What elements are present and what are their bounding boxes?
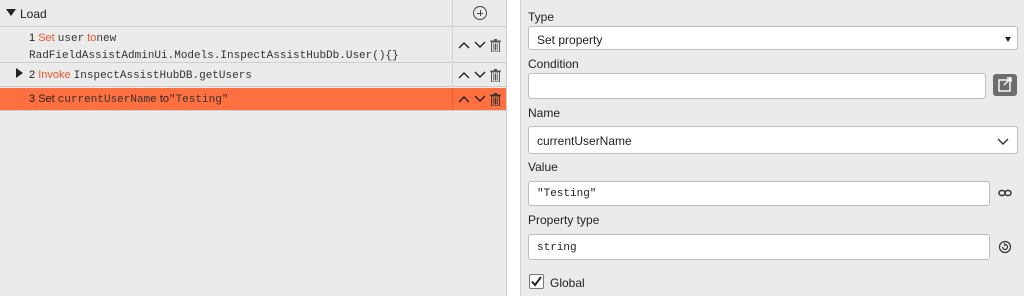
step-value-line2: RadFieldAssistAdminUi.Models.InspectAssi…	[29, 50, 399, 62]
steps-panel: Load 1 Set user tonew RadFieldAssistAdmi…	[0, 0, 507, 296]
step-number: 2	[29, 69, 36, 81]
step-target: user	[57, 33, 85, 45]
step-action: Set	[38, 32, 55, 44]
name-select[interactable]: currentUserName	[528, 126, 1018, 154]
trash-icon[interactable]	[490, 39, 501, 52]
external-link-icon[interactable]	[993, 74, 1017, 96]
step-content[interactable]: 1 Set user tonew RadFieldAssistAdminUi.M…	[0, 28, 452, 62]
step-content[interactable]: 2 Invoke InspectAssistHubDB.getUsers	[0, 64, 452, 86]
step-action: Set	[38, 93, 55, 105]
step-value: "Testing"	[169, 94, 229, 106]
step-row-3[interactable]: 3 Set currentUserName to"Testing"	[0, 88, 506, 111]
move-up-icon[interactable]	[458, 41, 470, 49]
step-value-line1: new	[96, 33, 117, 45]
name-label: Name	[528, 106, 561, 120]
property-type-label: Property type	[528, 213, 600, 227]
step-action: Invoke	[38, 69, 71, 81]
move-up-icon[interactable]	[458, 95, 470, 103]
add-column	[452, 0, 506, 27]
step-controls	[452, 28, 506, 62]
step-number: 3	[29, 93, 36, 105]
step-row-1[interactable]: 1 Set user tonew RadFieldAssistAdminUi.M…	[0, 28, 506, 63]
type-select-value: Set property	[537, 33, 603, 47]
step-to: to	[159, 93, 170, 105]
refresh-icon[interactable]	[998, 240, 1012, 257]
step-controls	[452, 64, 506, 86]
step-target: InspectAssistHubDB.getUsers	[73, 70, 252, 82]
link-icon[interactable]	[998, 186, 1012, 203]
value-input[interactable]: "Testing"	[528, 181, 990, 206]
trash-icon[interactable]	[490, 93, 501, 106]
step-row-2[interactable]: 2 Invoke InspectAssistHubDB.getUsers	[0, 64, 506, 87]
condition-label: Condition	[528, 57, 579, 71]
step-controls	[452, 88, 506, 110]
step-target: currentUserName	[57, 94, 157, 106]
move-down-icon[interactable]	[474, 71, 486, 79]
property-type-value: string	[537, 242, 577, 254]
add-circle-icon[interactable]	[473, 6, 487, 20]
value-label: Value	[528, 160, 558, 174]
condition-input[interactable]	[528, 73, 986, 99]
property-type-input[interactable]: string	[528, 234, 990, 260]
trash-icon[interactable]	[490, 69, 501, 82]
expand-triangle-icon[interactable]	[16, 68, 23, 78]
properties-panel: Type Set property Condition Name current…	[520, 0, 1024, 296]
step-content[interactable]: 3 Set currentUserName to"Testing"	[0, 88, 452, 110]
section-header[interactable]: Load	[0, 0, 506, 27]
type-select[interactable]: Set property	[528, 26, 1018, 50]
collapse-triangle-icon[interactable]	[6, 9, 16, 16]
section-title: Load	[20, 7, 47, 21]
checkmark-icon	[531, 276, 542, 287]
type-label: Type	[528, 10, 555, 24]
value-input-value: "Testing"	[537, 188, 597, 200]
name-select-value: currentUserName	[537, 134, 632, 148]
move-up-icon[interactable]	[458, 71, 470, 79]
move-down-icon[interactable]	[474, 95, 486, 103]
global-checkbox[interactable]	[529, 274, 544, 289]
move-down-icon[interactable]	[474, 41, 486, 49]
global-label: Global	[550, 276, 585, 290]
step-number: 1	[29, 32, 36, 44]
chevron-down-icon	[997, 135, 1009, 149]
dropdown-caret-icon	[1005, 37, 1011, 42]
